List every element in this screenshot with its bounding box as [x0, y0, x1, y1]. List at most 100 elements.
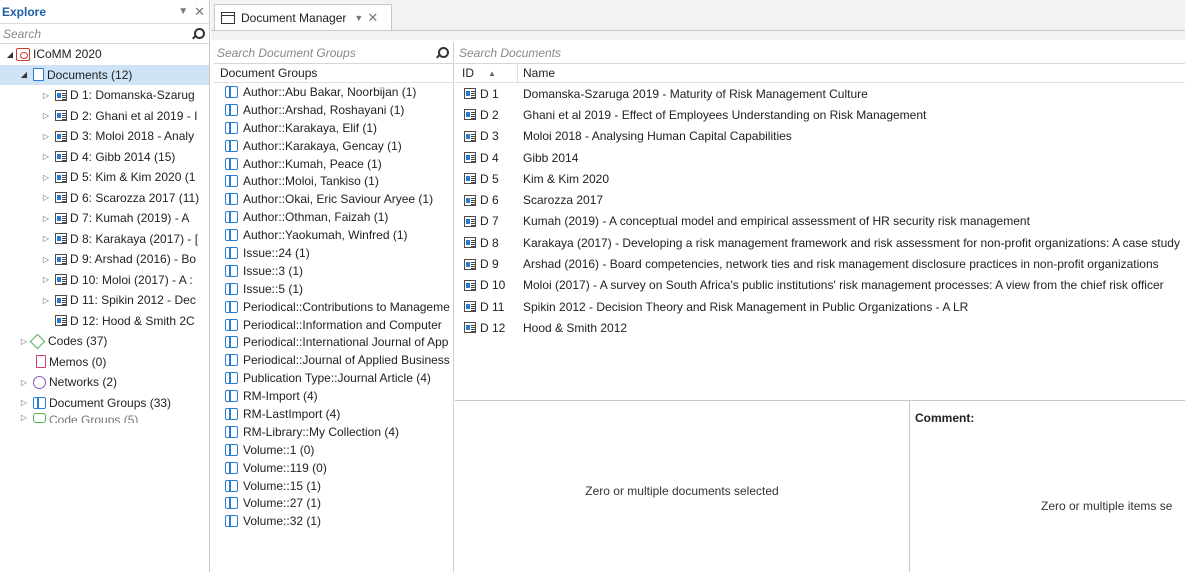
expand-arrow-icon[interactable]: ▷	[40, 193, 52, 202]
document-group-row[interactable]: RM-Library::My Collection (4)	[214, 423, 453, 441]
tree-memos[interactable]: Memos (0)	[0, 352, 209, 373]
chevron-down-icon[interactable]: ▼	[354, 13, 363, 23]
document-group-row[interactable]: Volume::15 (1)	[214, 477, 453, 495]
document-row[interactable]: D 4 Gibb 2014	[455, 147, 1185, 168]
tree-networks[interactable]: ▷ Networks (2)	[0, 372, 209, 393]
groups-column-header[interactable]: Document Groups	[214, 64, 453, 83]
document-group-icon	[225, 479, 238, 492]
expand-arrow-icon[interactable]: ▷	[40, 132, 52, 141]
document-group-label: Issue::5 (1)	[243, 281, 304, 296]
expand-arrow-icon[interactable]: ▷	[18, 337, 30, 346]
tree-document-item[interactable]: ▷ D 6: Scarozza 2017 (11)	[0, 188, 209, 209]
document-group-icon	[225, 515, 238, 528]
document-row[interactable]: D 12 Hood & Smith 2012	[455, 317, 1185, 338]
tree-document-item[interactable]: ▷ D 7: Kumah (2019) - A	[0, 208, 209, 229]
document-group-row[interactable]: Author::Karakaya, Gencay (1)	[214, 137, 453, 155]
expand-arrow-icon[interactable]: ▷	[40, 91, 52, 100]
explore-search-input[interactable]	[3, 26, 191, 41]
document-row[interactable]: D 11 Spikin 2012 - Decision Theory and Ri…	[455, 296, 1185, 317]
tree-codes[interactable]: ▷ Codes (37)	[0, 331, 209, 352]
document-row[interactable]: D 7 Kumah (2019) - A conceptual model and…	[455, 211, 1185, 232]
chevron-down-icon[interactable]: ▼	[178, 6, 188, 17]
document-group-icon	[225, 425, 238, 438]
networks-label: Networks (2)	[49, 375, 118, 390]
document-row[interactable]: D 1 Domanska-Szaruga 2019 - Maturity of R…	[455, 83, 1185, 104]
document-group-row[interactable]: Issue::5 (1)	[214, 280, 453, 298]
document-group-row[interactable]: Volume::32 (1)	[214, 512, 453, 530]
document-name: Domanska-Szaruga 2019 - Maturity of Risk…	[523, 86, 868, 101]
tree-document-item[interactable]: ▷ D 11: Spikin 2012 - Dec	[0, 290, 209, 311]
documents-search-input[interactable]	[459, 45, 1181, 60]
close-icon[interactable]: ✕	[367, 10, 378, 26]
document-file-icon	[464, 109, 476, 121]
document-group-row[interactable]: Author::Yaokumah, Winfred (1)	[214, 226, 453, 244]
document-row[interactable]: D 9 Arshad (2016) - Board competencies, n…	[455, 253, 1185, 274]
document-item-label: D 9: Arshad (2016) - Bo	[70, 252, 197, 267]
document-group-row[interactable]: Volume::27 (1)	[214, 494, 453, 512]
document-group-icon	[225, 443, 238, 456]
document-row[interactable]: D 3 Moloi 2018 - Analysing Human Capital …	[455, 126, 1185, 147]
document-group-label: Author::Okai, Eric Saviour Aryee (1)	[243, 192, 434, 207]
document-group-row[interactable]: Periodical::Contributions to Manageme	[214, 298, 453, 316]
document-group-row[interactable]: Volume::1 (0)	[214, 441, 453, 459]
expand-arrow-icon[interactable]: ▷	[18, 413, 30, 422]
tab-document-manager[interactable]: Document Manager ▼ ✕	[214, 4, 392, 30]
expand-arrow-icon[interactable]: ▷	[40, 111, 52, 120]
document-row[interactable]: D 6 Scarozza 2017	[455, 189, 1185, 210]
groups-search-input[interactable]	[217, 45, 435, 60]
document-group-icon	[225, 300, 238, 313]
tree-document-item[interactable]: ▷ D 10: Moloi (2017) - A :	[0, 270, 209, 291]
document-group-row[interactable]: Author::Kumah, Peace (1)	[214, 155, 453, 173]
document-group-row[interactable]: Author::Moloi, Tankiso (1)	[214, 172, 453, 190]
expand-arrow-icon[interactable]: ◢	[18, 70, 30, 79]
expand-arrow-icon[interactable]: ▷	[40, 255, 52, 264]
document-file-icon	[55, 89, 67, 101]
name-column-header[interactable]: Name	[517, 64, 1185, 82]
tree-document-groups[interactable]: ▷ Document Groups (33)	[0, 393, 209, 414]
tree-document-item[interactable]: ▷ D 9: Arshad (2016) - Bo	[0, 249, 209, 270]
tree-documents[interactable]: ◢ Documents (12)	[0, 64, 209, 85]
document-group-row[interactable]: RM-Import (4)	[214, 387, 453, 405]
document-row[interactable]: D 2 Ghani et al 2019 - Effect of Employee…	[455, 104, 1185, 125]
expand-arrow-icon[interactable]: ▷	[40, 296, 52, 305]
document-row[interactable]: D 5 Kim & Kim 2020	[455, 168, 1185, 189]
tree-document-item[interactable]: ▷ D 5: Kim & Kim 2020 (1	[0, 167, 209, 188]
tree-document-item[interactable]: D 12: Hood & Smith 2C	[0, 311, 209, 332]
expand-arrow-icon[interactable]: ◢	[4, 50, 16, 59]
tree-document-item[interactable]: ▷ D 3: Moloi 2018 - Analy	[0, 126, 209, 147]
close-icon[interactable]: ✕	[194, 4, 205, 20]
tree-document-item[interactable]: ▷ D 8: Karakaya (2017) - [	[0, 229, 209, 250]
document-group-row[interactable]: Issue::24 (1)	[214, 244, 453, 262]
document-group-row[interactable]: Volume::119 (0)	[214, 459, 453, 477]
document-group-row[interactable]: Issue::3 (1)	[214, 262, 453, 280]
document-group-row[interactable]: Periodical::International Journal of App	[214, 333, 453, 351]
search-icon[interactable]	[191, 27, 205, 41]
document-group-label: Issue::24 (1)	[243, 245, 310, 260]
document-group-row[interactable]: Author::Abu Bakar, Noorbijan (1)	[214, 83, 453, 101]
document-group-row[interactable]: Author::Karakaya, Elif (1)	[214, 119, 453, 137]
document-row[interactable]: D 10 Moloi (2017) - A survey on South Afr…	[455, 275, 1185, 296]
document-row[interactable]: D 8 Karakaya (2017) - Developing a risk m…	[455, 232, 1185, 253]
document-group-row[interactable]: Periodical::Information and Computer	[214, 316, 453, 334]
expand-arrow-icon[interactable]: ▷	[40, 234, 52, 243]
expand-arrow-icon[interactable]: ▷	[40, 275, 52, 284]
expand-arrow-icon[interactable]: ▷	[18, 378, 30, 387]
tree-project[interactable]: ◢ ICoMM 2020	[0, 44, 209, 65]
document-group-row[interactable]: Author::Arshad, Roshayani (1)	[214, 101, 453, 119]
document-group-row[interactable]: Periodical::Journal of Applied Business	[214, 351, 453, 369]
tree-document-item[interactable]: ▷ D 4: Gibb 2014 (15)	[0, 147, 209, 168]
document-group-row[interactable]: RM-LastImport (4)	[214, 405, 453, 423]
tree-code-groups[interactable]: ▷ Code Groups (5)	[0, 413, 209, 423]
document-group-row[interactable]: Publication Type::Journal Article (4)	[214, 369, 453, 387]
tree-document-item[interactable]: ▷ D 1: Domanska-Szarug	[0, 85, 209, 106]
document-group-row[interactable]: Author::Othman, Faizah (1)	[214, 208, 453, 226]
expand-arrow-icon[interactable]: ▷	[40, 214, 52, 223]
search-icon[interactable]	[435, 46, 449, 60]
document-group-row[interactable]: Author::Okai, Eric Saviour Aryee (1)	[214, 190, 453, 208]
tree-document-item[interactable]: ▷ D 2: Ghani et al 2019 - I	[0, 106, 209, 127]
id-column-header[interactable]: ID ▲	[455, 66, 517, 80]
expand-arrow-icon[interactable]: ▷	[40, 173, 52, 182]
document-file-icon	[464, 130, 476, 142]
expand-arrow-icon[interactable]: ▷	[18, 398, 30, 407]
expand-arrow-icon[interactable]: ▷	[40, 152, 52, 161]
